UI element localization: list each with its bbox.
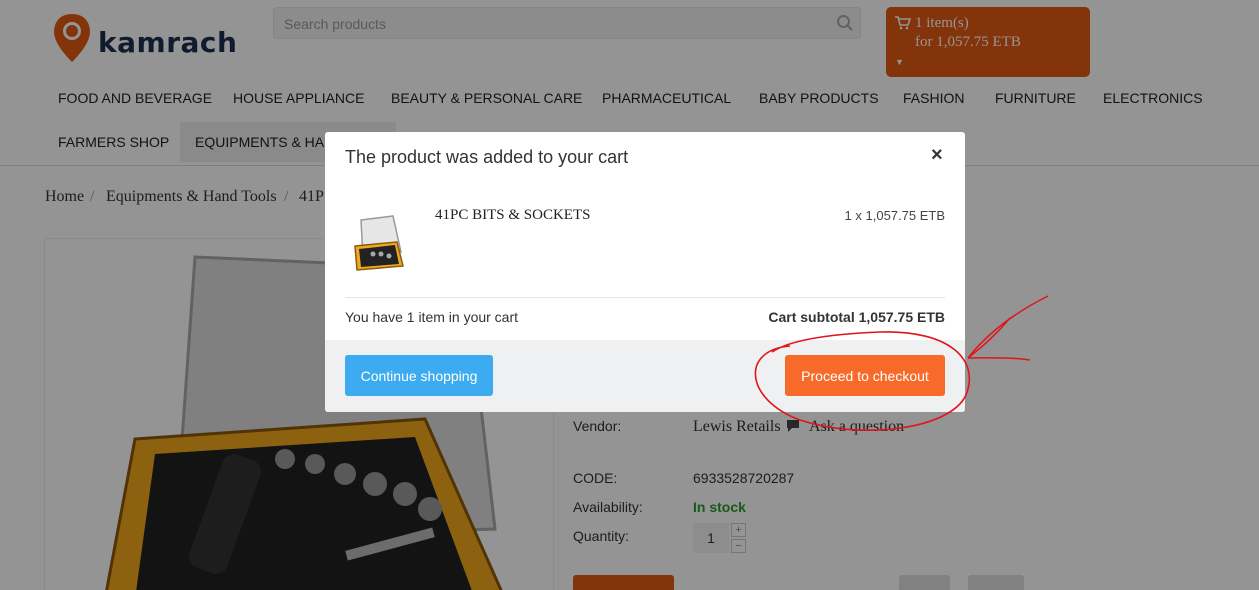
added-to-cart-dialog: The product was added to your cart × 41P… [325,132,965,412]
product-line-price: 1 x 1,057.75 ETB [844,208,945,223]
dialog-title: The product was added to your cart [345,147,629,167]
dialog-footer: Continue shopping Proceed to checkout [325,340,965,412]
product-name-link[interactable]: 41PC BITS & SOCKETS [435,207,590,224]
close-icon[interactable]: × [931,144,943,167]
continue-shopping-button[interactable]: Continue shopping [345,355,493,396]
divider [345,297,945,298]
proceed-to-checkout-button[interactable]: Proceed to checkout [785,355,945,396]
cart-subtotal: Cart subtotal 1,057.75 ETB [768,309,945,325]
product-thumbnail[interactable] [353,212,405,272]
cart-count-text: You have 1 item in your cart [345,309,519,325]
